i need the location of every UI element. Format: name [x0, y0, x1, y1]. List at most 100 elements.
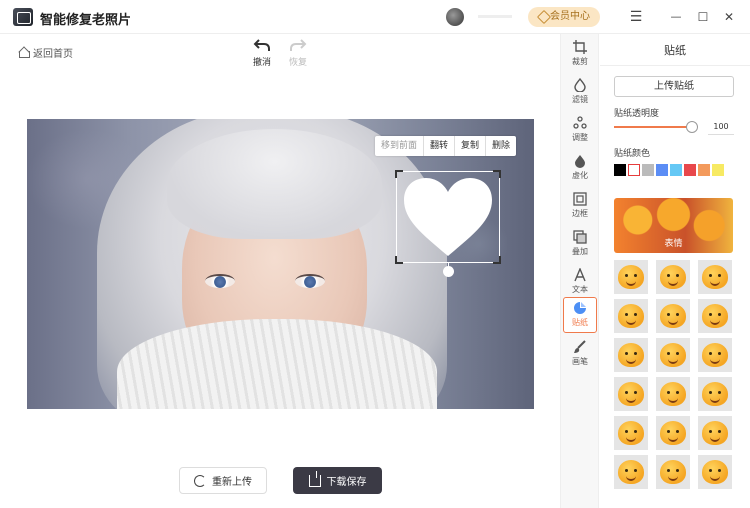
- color-swatch[interactable]: [656, 164, 668, 176]
- tool-frame[interactable]: 边框: [563, 189, 597, 223]
- sticker-item[interactable]: [656, 260, 690, 294]
- resize-handle-top-right[interactable]: [493, 170, 501, 178]
- tool-label: 画笔: [572, 357, 588, 366]
- opacity-value-input[interactable]: 100: [708, 118, 734, 135]
- sticker-panel: 贴纸 上传贴纸 贴纸透明度 100 贴纸颜色 表情: [600, 34, 750, 508]
- sticker-item[interactable]: [614, 299, 648, 333]
- blur-icon: [575, 155, 585, 168]
- color-swatch[interactable]: [712, 164, 724, 176]
- rotate-handle[interactable]: [443, 266, 454, 277]
- emoji-face-icon: [618, 265, 644, 289]
- emoji-face-icon: [660, 460, 686, 484]
- adjust-icon: [573, 116, 587, 129]
- sticker-item[interactable]: [656, 299, 690, 333]
- undo-button[interactable]: 撤消: [248, 38, 276, 68]
- tool-blur[interactable]: 虚化: [563, 151, 597, 185]
- emoji-face-icon: [618, 421, 644, 445]
- sticker-item[interactable]: [614, 455, 648, 489]
- photo-sweater: [117, 319, 437, 409]
- sticker-item[interactable]: [614, 260, 648, 294]
- bring-front-button[interactable]: 移到前面: [375, 136, 425, 156]
- color-swatch[interactable]: [628, 164, 640, 176]
- emoji-face-icon: [660, 343, 686, 367]
- tool-sticker[interactable]: 贴纸: [563, 297, 597, 333]
- sticker-selection-frame[interactable]: [395, 170, 501, 264]
- color-swatches: [614, 164, 724, 176]
- tool-filter[interactable]: 滤镜: [563, 75, 597, 109]
- overlay-icon: [573, 230, 587, 244]
- tool-overlay[interactable]: 叠加: [563, 227, 597, 261]
- color-swatch[interactable]: [698, 164, 710, 176]
- emoji-category-label: 表情: [664, 239, 683, 249]
- tool-label: 裁剪: [572, 57, 588, 66]
- home-icon: [18, 47, 30, 58]
- vip-center-button[interactable]: 会员中心: [528, 7, 600, 27]
- sticker-item[interactable]: [614, 416, 648, 450]
- tool-crop[interactable]: 裁剪: [563, 37, 597, 71]
- menu-icon[interactable]: ☰: [627, 8, 645, 26]
- sticker-context-toolbar: 移到前面 翻转 复制 删除: [375, 136, 517, 156]
- sticker-item[interactable]: [698, 455, 732, 489]
- sticker-item[interactable]: [698, 338, 732, 372]
- color-swatch[interactable]: [614, 164, 626, 176]
- sticker-item[interactable]: [656, 416, 690, 450]
- emoji-face-icon: [618, 382, 644, 406]
- redo-button[interactable]: 恢复: [284, 38, 312, 68]
- tool-label: 叠加: [572, 247, 588, 256]
- emoji-face-icon: [702, 421, 728, 445]
- minimize-button[interactable]: —: [667, 8, 685, 26]
- photo-canvas[interactable]: [27, 119, 534, 409]
- close-button[interactable]: ✕: [720, 8, 738, 26]
- tool-text[interactable]: 文本: [563, 265, 597, 299]
- undo-label: 撤消: [252, 58, 271, 68]
- sticker-item[interactable]: [656, 338, 690, 372]
- reupload-button[interactable]: 重新上传: [179, 467, 267, 494]
- panel-title: 贴纸: [664, 44, 686, 57]
- emoji-face-icon: [618, 343, 644, 367]
- tool-label: 贴纸: [572, 318, 588, 327]
- sticker-item[interactable]: [698, 260, 732, 294]
- color-swatch[interactable]: [670, 164, 682, 176]
- sticker-item[interactable]: [698, 377, 732, 411]
- opacity-slider-thumb[interactable]: [686, 121, 698, 133]
- user-name-placeholder: [478, 15, 512, 18]
- sticker-item[interactable]: [698, 416, 732, 450]
- resize-handle-bottom-right[interactable]: [493, 256, 501, 264]
- flip-button[interactable]: 翻转: [424, 136, 456, 156]
- color-swatch[interactable]: [684, 164, 696, 176]
- opacity-slider-track[interactable]: [614, 126, 694, 128]
- redo-icon: [290, 39, 307, 51]
- upload-sticker-button[interactable]: 上传贴纸: [614, 76, 734, 97]
- tool-label: 边框: [572, 209, 588, 218]
- color-swatch[interactable]: [642, 164, 654, 176]
- diamond-icon: [536, 9, 552, 25]
- photo-bangs: [167, 129, 382, 239]
- user-avatar[interactable]: [446, 8, 464, 26]
- frame-icon: [573, 192, 587, 206]
- sticker-item[interactable]: [656, 455, 690, 489]
- tool-rail: 裁剪 滤镜 调整 虚化 边框 叠加 文本 贴纸 画笔: [560, 34, 599, 508]
- emoji-face-icon: [702, 265, 728, 289]
- tool-adjust[interactable]: 调整: [563, 113, 597, 147]
- opacity-label: 贴纸透明度: [614, 109, 660, 119]
- sticker-item[interactable]: [614, 338, 648, 372]
- tool-brush[interactable]: 画笔: [563, 337, 597, 371]
- filter-icon: [574, 78, 586, 92]
- copy-button[interactable]: 复制: [455, 136, 487, 156]
- sticker-item[interactable]: [656, 377, 690, 411]
- refresh-icon: [194, 474, 206, 487]
- app-logo-icon: [13, 8, 33, 26]
- emoji-face-icon: [702, 460, 728, 484]
- photo-eye-right: [295, 274, 325, 288]
- emoji-face-icon: [702, 304, 728, 328]
- text-icon: [574, 268, 586, 282]
- sticker-item[interactable]: [698, 299, 732, 333]
- download-save-button[interactable]: 下载保存: [293, 467, 382, 494]
- emoji-face-icon: [660, 265, 686, 289]
- sticker-item[interactable]: [614, 377, 648, 411]
- maximize-button[interactable]: ☐: [694, 8, 712, 26]
- delete-button[interactable]: 删除: [486, 136, 516, 156]
- emoji-category-banner[interactable]: 表情: [614, 198, 733, 253]
- download-label: 下载保存: [326, 477, 367, 488]
- back-home-link[interactable]: 返回首页: [18, 45, 73, 60]
